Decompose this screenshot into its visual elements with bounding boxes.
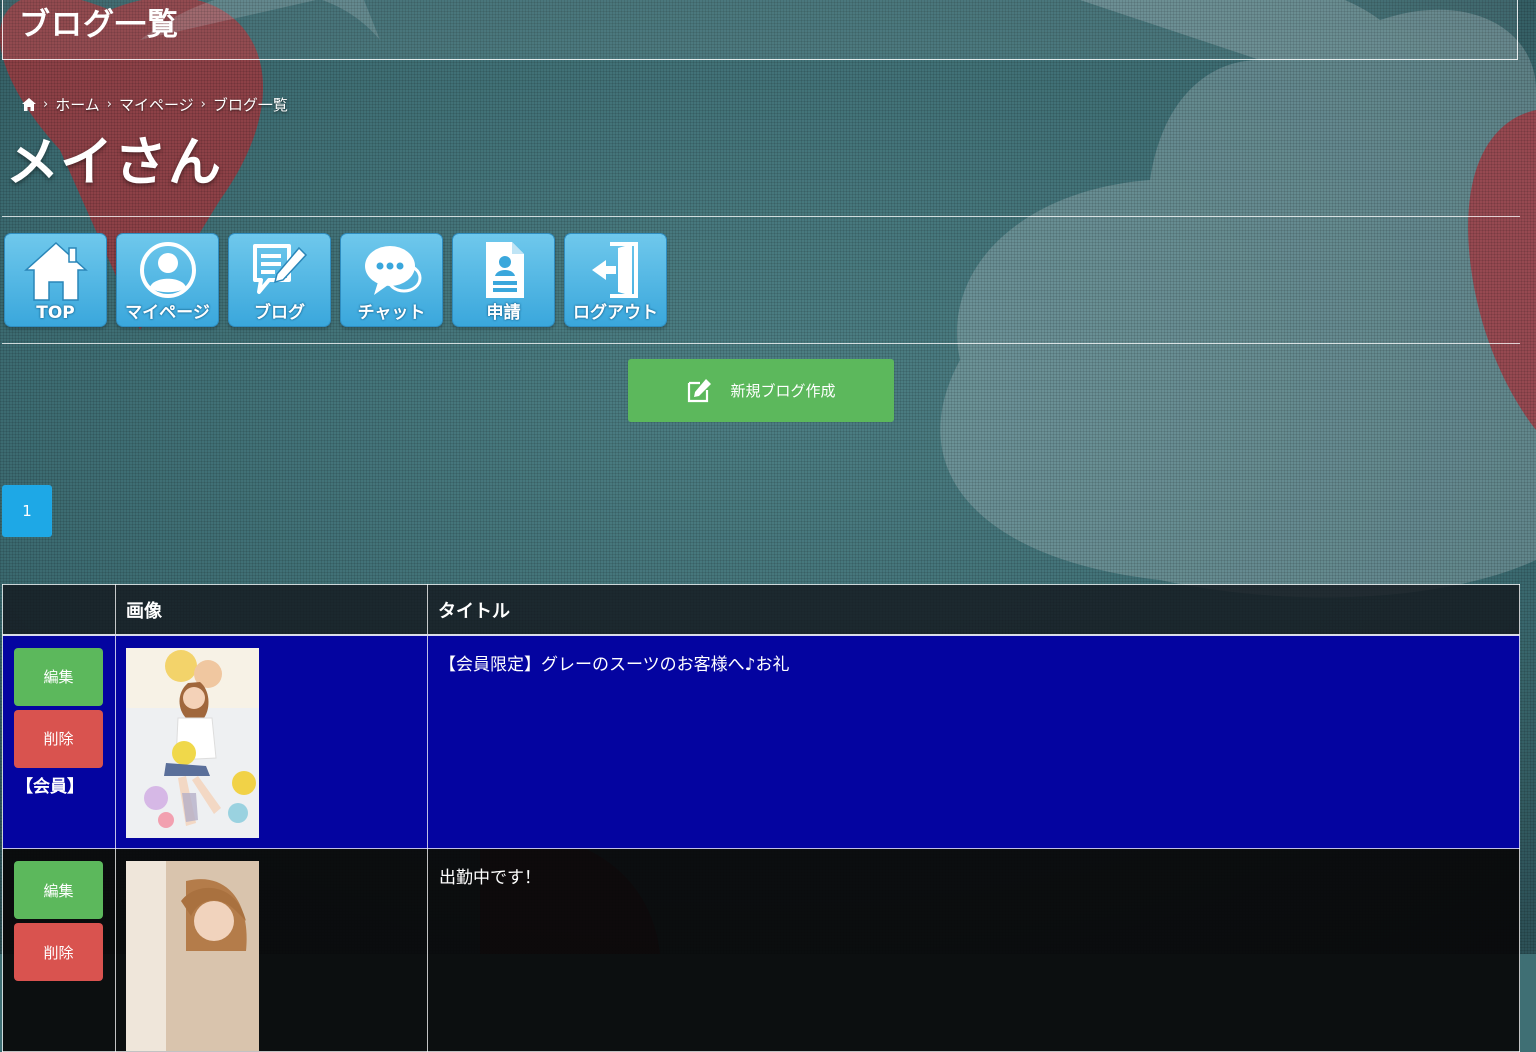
home-icon: [23, 241, 88, 301]
nav-blog-button[interactable]: ブログ: [228, 233, 331, 327]
divider: [2, 343, 1520, 344]
row-title[interactable]: 出勤中です！: [427, 848, 1520, 1052]
icon-nav: TOP マイページ ブログ チャット 申請 ログアウト: [4, 233, 667, 327]
edit-icon: [688, 378, 712, 402]
new-blog-button[interactable]: 新規ブログ作成: [628, 359, 894, 422]
delete-button[interactable]: 削除: [14, 709, 103, 768]
nav-logout-label: ログアウト: [573, 303, 658, 323]
nav-top-label: TOP: [36, 303, 75, 323]
header-actions: [2, 584, 116, 636]
divider: [2, 216, 1520, 217]
blog-table: 画像 タイトル 編集 削除 【会員】 【会員限定】グレーのスーツのお客様へ♪お礼…: [2, 584, 1520, 1052]
delete-button[interactable]: 削除: [14, 923, 103, 981]
new-blog-label: 新規ブログ作成: [730, 382, 836, 400]
nav-top-button[interactable]: TOP: [4, 233, 107, 327]
logout-icon: [591, 242, 638, 298]
pagination-page-1[interactable]: 1: [2, 485, 52, 537]
breadcrumb-separator: ›: [200, 96, 206, 112]
document-icon: [485, 242, 524, 298]
breadcrumb-current: ブログ一覧: [212, 95, 288, 114]
table-row: 編集 削除 出勤中です！: [2, 848, 1520, 1052]
header-image: 画像: [115, 584, 428, 636]
nav-blog-label: ブログ: [254, 303, 305, 323]
row-image-cell: [115, 848, 428, 1052]
breadcrumb-home[interactable]: ホーム: [55, 94, 100, 115]
blog-thumbnail[interactable]: [126, 647, 259, 838]
row-image-cell: [115, 634, 428, 849]
breadcrumb-separator: ›: [106, 96, 112, 112]
page-header: ブログ一覧: [2, 0, 1518, 60]
table-header-row: 画像 タイトル: [2, 584, 1520, 636]
page-title: ブログ一覧: [19, 7, 179, 43]
breadcrumb-mypage[interactable]: マイページ: [119, 94, 194, 115]
blog-edit-icon: [252, 244, 307, 294]
nav-chat-button[interactable]: チャット: [340, 233, 443, 327]
breadcrumb: › ホーム › マイページ › ブログ一覧: [22, 93, 288, 115]
nav-mypage-label: マイページ: [125, 303, 210, 323]
member-tag: 【会員】: [16, 776, 84, 797]
table-row: 編集 削除 【会員】 【会員限定】グレーのスーツのお客様へ♪お礼: [2, 634, 1520, 849]
header-title: タイトル: [427, 584, 1520, 636]
blog-thumbnail[interactable]: [126, 861, 259, 1051]
user-name: メイさん: [6, 132, 222, 193]
edit-button[interactable]: 編集: [14, 861, 103, 919]
nav-logout-button[interactable]: ログアウト: [564, 233, 667, 327]
nav-application-label: 申請: [486, 303, 521, 323]
row-actions: 編集 削除 【会員】: [2, 634, 116, 849]
nav-chat-label: チャット: [357, 303, 426, 323]
row-title[interactable]: 【会員限定】グレーのスーツのお客様へ♪お礼: [427, 634, 1520, 849]
nav-mypage-button[interactable]: マイページ: [116, 233, 219, 327]
row-actions: 編集 削除: [2, 848, 116, 1052]
user-icon: [139, 242, 196, 298]
chat-icon: [364, 246, 421, 295]
breadcrumb-separator: ›: [43, 96, 49, 112]
nav-application-button[interactable]: 申請: [452, 233, 555, 327]
edit-button[interactable]: 編集: [14, 647, 103, 706]
home-icon[interactable]: [22, 97, 36, 111]
